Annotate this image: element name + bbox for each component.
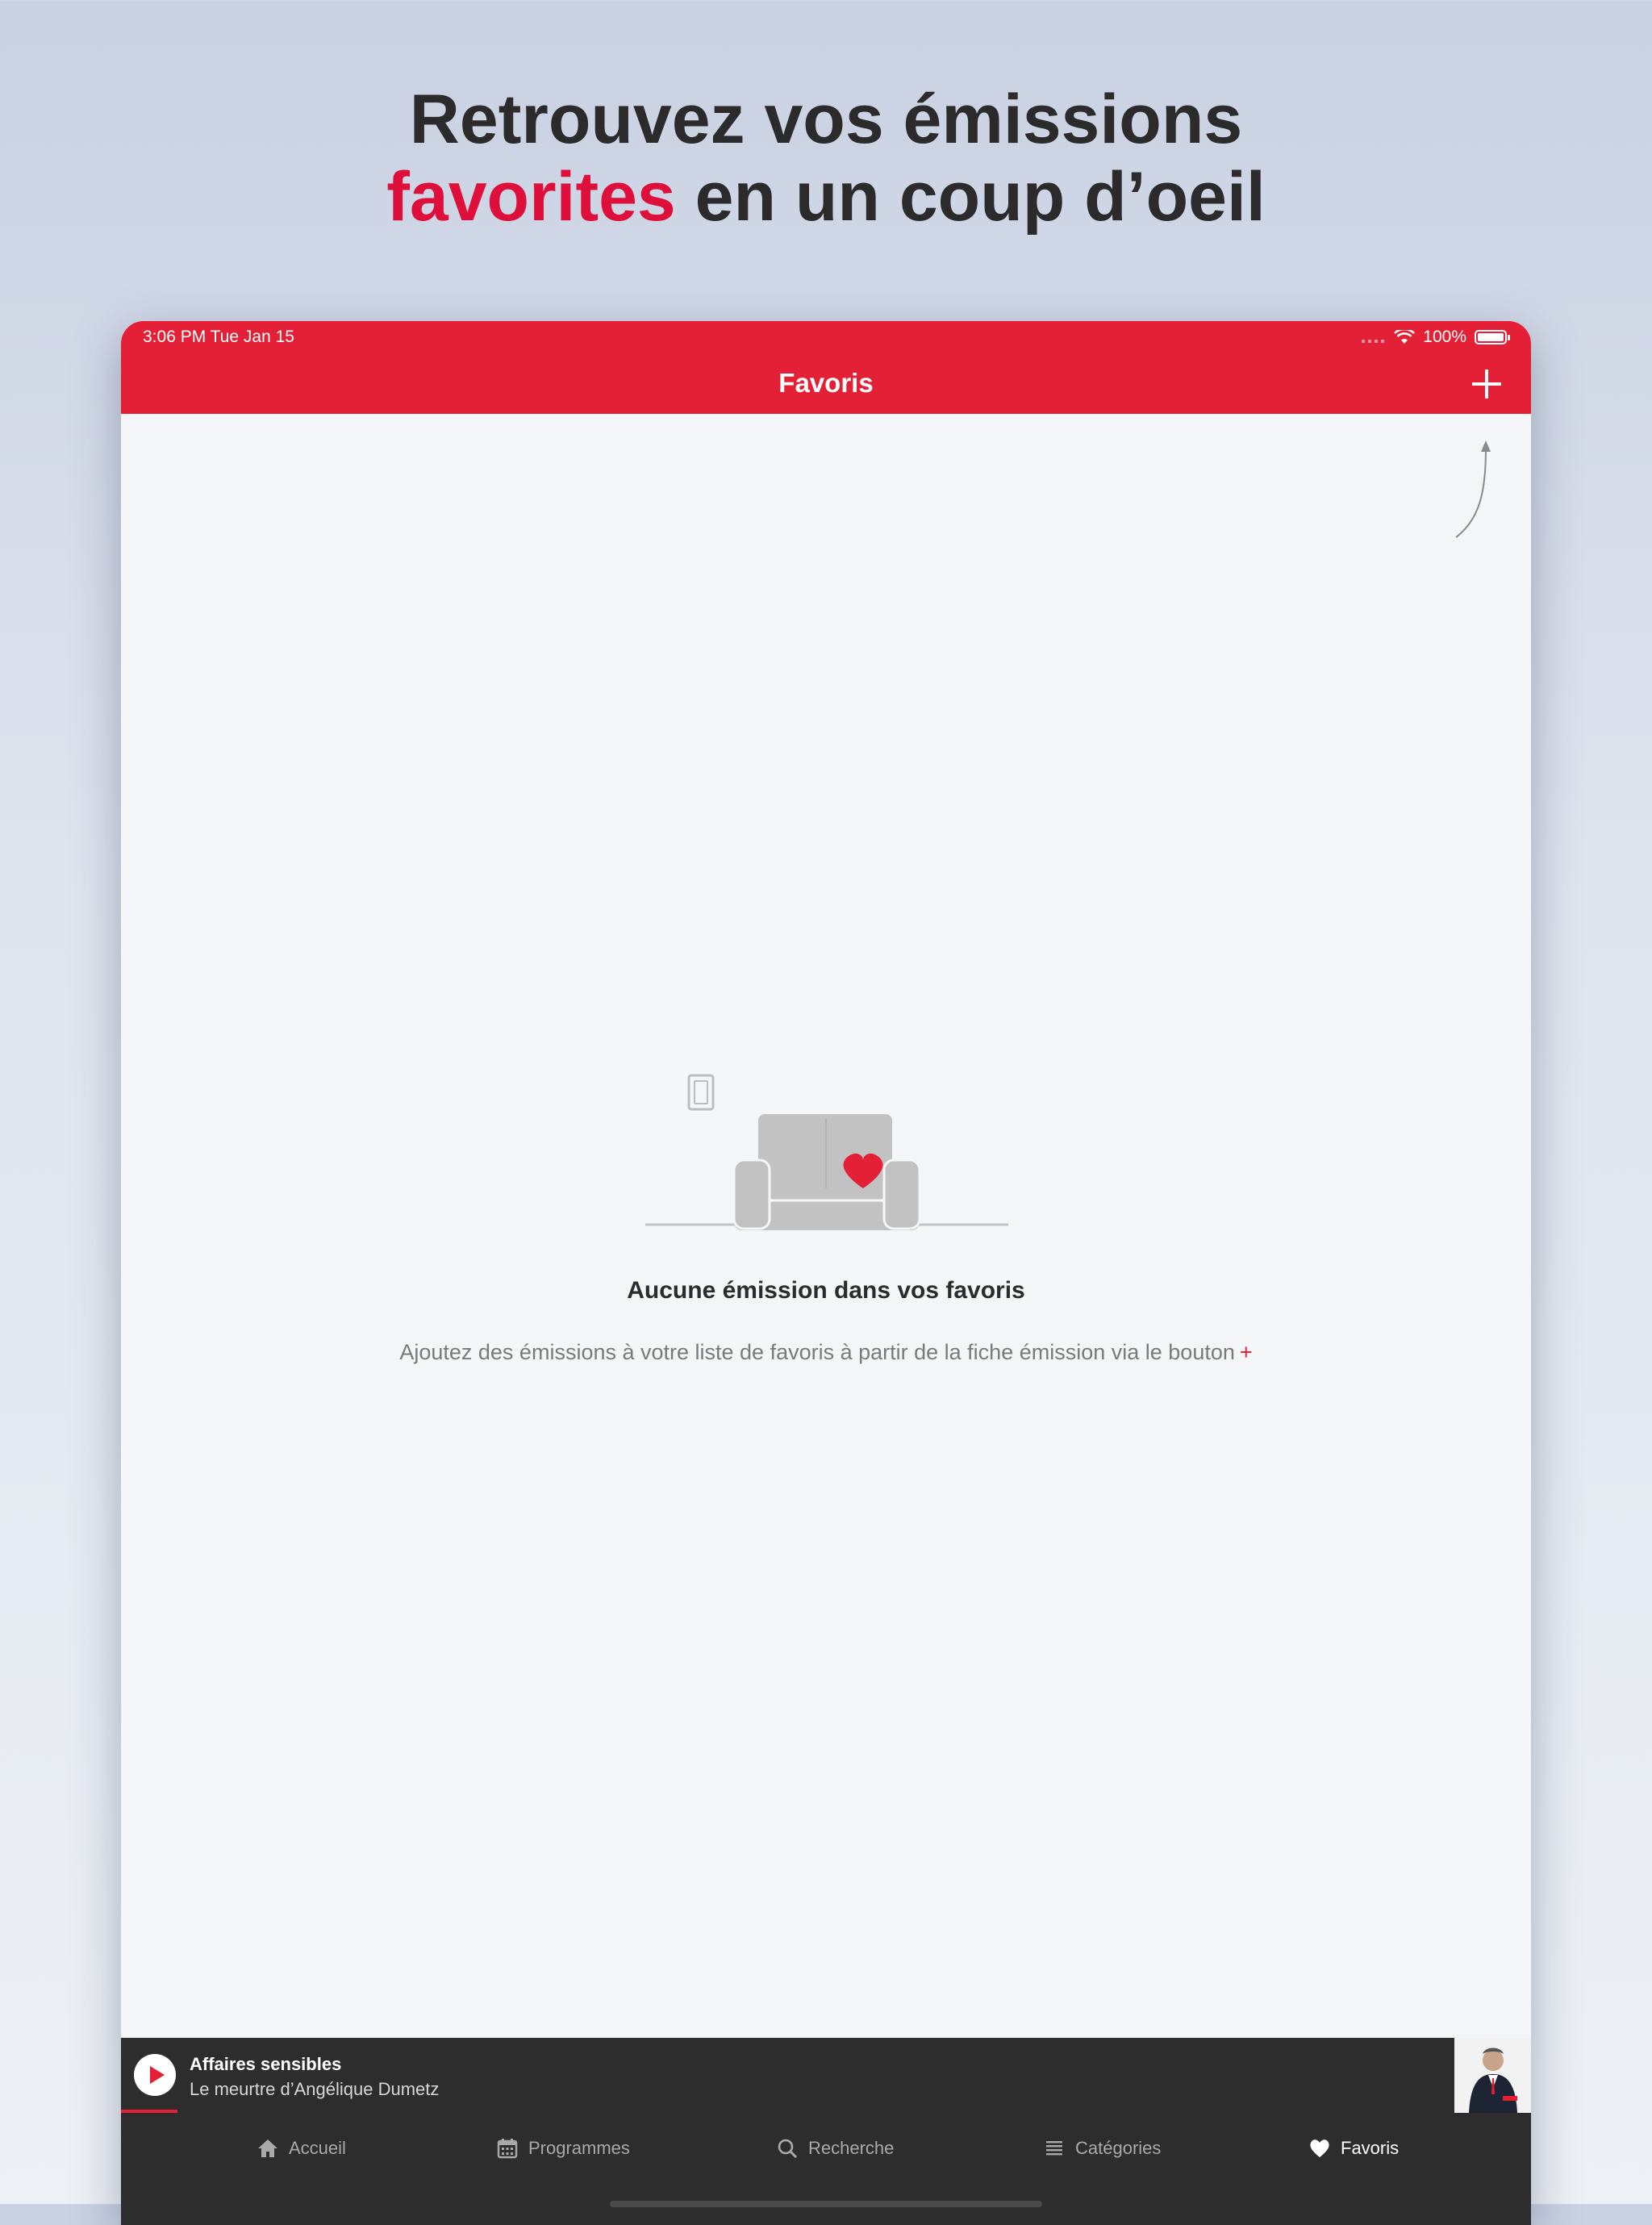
tab-label: Catégories [1075, 2138, 1162, 2158]
home-indicator[interactable] [610, 2201, 1042, 2207]
show-thumbnail[interactable] [1454, 2038, 1531, 2113]
tab-recherche[interactable]: Recherche [776, 2137, 894, 2160]
promo-headline: Retrouvez vos émissions favorites en un … [0, 81, 1652, 236]
headline-line-2: favorites en un coup d’oeil [0, 158, 1652, 236]
headline-rest: en un coup d’oeil [675, 158, 1266, 236]
headline-line-1: Retrouvez vos émissions [409, 81, 1243, 158]
empty-state-description: Ajoutez des émissions à votre liste de f… [121, 1340, 1531, 1365]
sofa-heart-illustration [645, 1074, 1008, 1230]
tab-label: Favoris [1341, 2138, 1400, 2158]
search-icon [778, 2139, 798, 2159]
status-bar: 3:06 PM Tue Jan 15 100% [121, 321, 1531, 353]
headline-accent: favorites [386, 158, 676, 236]
play-button[interactable] [134, 2054, 176, 2096]
status-time: 3:06 PM Tue Jan 15 [143, 328, 294, 346]
mini-player[interactable]: Affaires sensibles Le meurtre d’Angéliqu… [121, 2038, 1531, 2113]
navigation-bar: Favoris [121, 353, 1531, 414]
battery-icon [1475, 330, 1510, 344]
player-title: Affaires sensibles [190, 2054, 342, 2074]
inline-plus-icon: + [1239, 1340, 1253, 1364]
heart-icon [1310, 2139, 1329, 2157]
battery-percent: 100% [1423, 328, 1466, 346]
wifi-icon [1394, 330, 1416, 344]
empty-state-title: Aucune émission dans vos favoris [627, 1277, 1025, 1304]
tab-categories[interactable]: Catégories [1043, 2137, 1161, 2160]
tab-label: Recherche [808, 2138, 895, 2158]
hint-arrow-icon [1455, 440, 1491, 538]
list-icon [1046, 2141, 1062, 2156]
tab-bar: Accueil Programmes Recherche Catégories … [121, 2113, 1531, 2225]
signal-dots-icon [1362, 340, 1387, 343]
tab-accueil[interactable]: Accueil [257, 2137, 346, 2160]
tablet-screen: 3:06 PM Tue Jan 15 100% Favoris Aucune é… [121, 321, 1531, 2225]
tab-favoris[interactable]: Favoris [1308, 2137, 1399, 2160]
tab-programmes[interactable]: Programmes [496, 2137, 630, 2160]
calendar-icon [497, 2139, 518, 2159]
empty-state-text: Ajoutez des émissions à votre liste de f… [399, 1340, 1235, 1364]
player-subtitle: Le meurtre d’Angélique Dumetz [190, 2079, 440, 2099]
page-title: Favoris [778, 368, 874, 398]
tab-label: Programmes [528, 2138, 630, 2158]
tab-label: Accueil [289, 2138, 346, 2158]
add-favorite-button[interactable] [1471, 368, 1503, 400]
home-icon [258, 2139, 277, 2157]
status-indicators: 100% [1362, 328, 1510, 347]
